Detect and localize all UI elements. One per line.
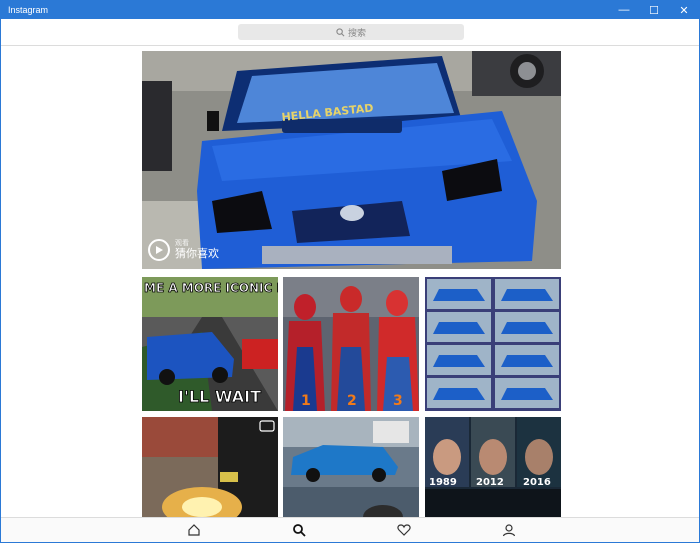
grid-post-parked-cars[interactable] <box>283 417 419 517</box>
meme-image: ME A MORE ICONIC D I'LL WAIT <box>142 277 278 411</box>
bottom-nav <box>1 517 699 542</box>
car-collage-image <box>425 277 561 411</box>
year-label-1: 1989 <box>429 477 457 488</box>
car-video-thumbnail: HELLA BASTAD <box>142 51 561 269</box>
caption-subtitle: 观看 <box>175 240 189 248</box>
featured-video[interactable]: HELLA BASTAD 观看 猜你喜欢 <box>142 51 561 269</box>
caption-title: 猜你喜欢 <box>175 247 219 260</box>
year-label-3: 2016 <box>523 477 551 488</box>
spiderman-label-2: 2 <box>347 393 357 409</box>
heart-icon[interactable] <box>394 521 414 539</box>
app-window: Instagram — ☐ ✕ 搜索 HELLA BASTAD 观看 猜你喜欢 … <box>0 0 700 543</box>
grid-post-burnout[interactable] <box>142 417 278 517</box>
video-caption: 观看 猜你喜欢 <box>148 239 219 261</box>
grid-post-car-collage[interactable] <box>425 277 561 411</box>
home-icon[interactable] <box>184 521 204 539</box>
search-input[interactable]: 搜索 <box>238 24 464 40</box>
grid-post-batman[interactable]: 1989 2012 2016 <box>425 417 561 517</box>
parked-cars-image <box>283 417 419 517</box>
maximize-button[interactable]: ☐ <box>639 1 669 19</box>
explore-feed: HELLA BASTAD 观看 猜你喜欢 ME A MORE ICONIC D … <box>1 47 699 517</box>
window-title: Instagram <box>8 5 49 15</box>
grid-post-meme[interactable]: ME A MORE ICONIC D I'LL WAIT <box>142 277 278 411</box>
grid-post-spiderman[interactable]: 1 2 3 <box>283 277 419 411</box>
spiderman-image: 1 2 3 <box>283 277 419 411</box>
meme-top-text: ME A MORE ICONIC D <box>144 281 278 295</box>
search-icon[interactable] <box>289 521 309 539</box>
meme-bottom-text: I'LL WAIT <box>178 387 261 406</box>
search-bar-row: 搜索 <box>1 19 699 46</box>
profile-icon[interactable] <box>499 521 519 539</box>
play-icon[interactable] <box>148 239 170 261</box>
search-icon <box>336 27 345 36</box>
title-bar: Instagram — ☐ ✕ <box>1 1 699 19</box>
spiderman-label-1: 1 <box>301 393 311 409</box>
spiderman-label-3: 3 <box>393 393 403 409</box>
batman-image: 1989 2012 2016 <box>425 417 561 517</box>
year-label-2: 2012 <box>476 477 504 488</box>
minimize-button[interactable]: — <box>609 1 639 19</box>
search-placeholder: 搜索 <box>347 27 366 38</box>
burnout-image <box>142 417 278 517</box>
close-button[interactable]: ✕ <box>669 1 699 19</box>
